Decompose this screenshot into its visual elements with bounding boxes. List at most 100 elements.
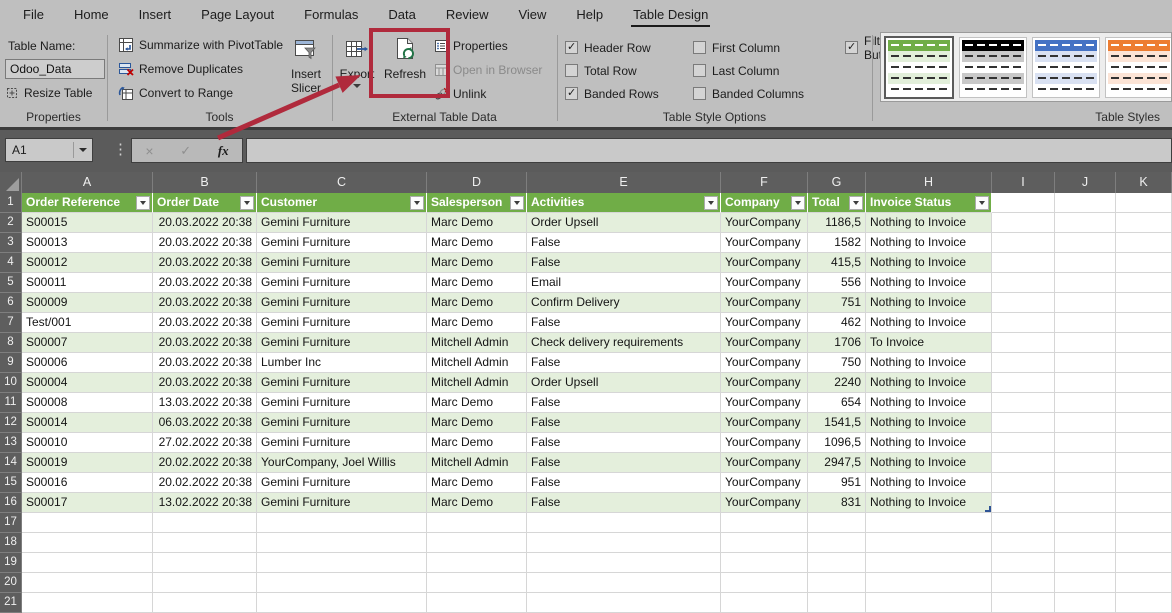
cell-H7[interactable]: Nothing to Invoice <box>866 313 992 333</box>
cell-I17[interactable] <box>992 513 1055 533</box>
cell-B18[interactable] <box>153 533 257 553</box>
ribbon-tab-formulas[interactable]: Formulas <box>289 0 373 30</box>
cell-A18[interactable] <box>22 533 153 553</box>
table-style-swatch-blue[interactable] <box>1032 37 1100 98</box>
cell-B4[interactable]: 20.03.2022 20:38 <box>153 253 257 273</box>
row-header-17[interactable]: 17 <box>0 513 22 533</box>
cell-E18[interactable] <box>527 533 721 553</box>
summarize-pivottable-button[interactable]: Summarize with PivotTable <box>118 37 283 53</box>
cell-I12[interactable] <box>992 413 1055 433</box>
cell-D12[interactable]: Marc Demo <box>427 413 527 433</box>
cell-A4[interactable]: S00012 <box>22 253 153 273</box>
cell-B17[interactable] <box>153 513 257 533</box>
cell-D21[interactable] <box>427 593 527 613</box>
cell-G15[interactable]: 951 <box>808 473 866 493</box>
cell-F6[interactable]: YourCompany <box>721 293 808 313</box>
cell-G20[interactable] <box>808 573 866 593</box>
cell-B12[interactable]: 06.03.2022 20:38 <box>153 413 257 433</box>
cell-A16[interactable]: S00017 <box>22 493 153 513</box>
cell-C20[interactable] <box>257 573 427 593</box>
cell-E3[interactable]: False <box>527 233 721 253</box>
cell-C1[interactable]: Customer <box>257 193 427 213</box>
cell-J7[interactable] <box>1055 313 1116 333</box>
table-style-swatch-green[interactable] <box>884 36 954 99</box>
cell-G13[interactable]: 1096,5 <box>808 433 866 453</box>
cell-A2[interactable]: S00015 <box>22 213 153 233</box>
cell-J10[interactable] <box>1055 373 1116 393</box>
cell-H18[interactable] <box>866 533 992 553</box>
cell-J14[interactable] <box>1055 453 1116 473</box>
cell-B13[interactable]: 27.02.2022 20:38 <box>153 433 257 453</box>
cell-C16[interactable]: Gemini Furniture <box>257 493 427 513</box>
column-header-C[interactable]: C <box>257 172 427 193</box>
cell-A1[interactable]: Order Reference <box>22 193 153 213</box>
cell-I7[interactable] <box>992 313 1055 333</box>
row-header-10[interactable]: 10 <box>0 373 22 393</box>
cell-G12[interactable]: 1541,5 <box>808 413 866 433</box>
cell-G2[interactable]: 1186,5 <box>808 213 866 233</box>
cell-B21[interactable] <box>153 593 257 613</box>
row-header-15[interactable]: 15 <box>0 473 22 493</box>
cell-D5[interactable]: Marc Demo <box>427 273 527 293</box>
cell-K4[interactable] <box>1116 253 1172 273</box>
table-name-input[interactable] <box>5 59 105 79</box>
cell-A9[interactable]: S00006 <box>22 353 153 373</box>
cell-E6[interactable]: Confirm Delivery <box>527 293 721 313</box>
cell-B1[interactable]: Order Date <box>153 193 257 213</box>
cell-H5[interactable]: Nothing to Invoice <box>866 273 992 293</box>
cell-G10[interactable]: 2240 <box>808 373 866 393</box>
table-style-swatch-black[interactable] <box>959 37 1027 98</box>
cell-K16[interactable] <box>1116 493 1172 513</box>
cell-J13[interactable] <box>1055 433 1116 453</box>
export-button[interactable]: Export <box>334 34 380 88</box>
cell-H16[interactable]: Nothing to Invoice <box>866 493 992 513</box>
cell-I15[interactable] <box>992 473 1055 493</box>
cell-J4[interactable] <box>1055 253 1116 273</box>
cell-J20[interactable] <box>1055 573 1116 593</box>
cell-G8[interactable]: 1706 <box>808 333 866 353</box>
row-header-9[interactable]: 9 <box>0 353 22 373</box>
cell-B8[interactable]: 20.03.2022 20:38 <box>153 333 257 353</box>
cell-A5[interactable]: S00011 <box>22 273 153 293</box>
cell-G17[interactable] <box>808 513 866 533</box>
cell-F11[interactable]: YourCompany <box>721 393 808 413</box>
convert-to-range-button[interactable]: Convert to Range <box>118 85 233 101</box>
cell-J1[interactable] <box>1055 193 1116 213</box>
cell-K10[interactable] <box>1116 373 1172 393</box>
cell-J11[interactable] <box>1055 393 1116 413</box>
cell-A17[interactable] <box>22 513 153 533</box>
export-dropdown-chevron[interactable] <box>353 84 361 88</box>
ribbon-tab-table-design[interactable]: Table Design <box>618 0 723 30</box>
cell-G7[interactable]: 462 <box>808 313 866 333</box>
enter-icon[interactable]: ✓ <box>180 143 191 159</box>
cell-B9[interactable]: 20.03.2022 20:38 <box>153 353 257 373</box>
cell-A3[interactable]: S00013 <box>22 233 153 253</box>
cell-B15[interactable]: 20.02.2022 20:38 <box>153 473 257 493</box>
cell-F7[interactable]: YourCompany <box>721 313 808 333</box>
insert-function-icon[interactable]: fx <box>218 143 229 159</box>
checkbox-box-last-column[interactable] <box>693 64 706 77</box>
column-header-J[interactable]: J <box>1055 172 1116 193</box>
column-header-F[interactable]: F <box>721 172 808 193</box>
cell-J8[interactable] <box>1055 333 1116 353</box>
cell-E16[interactable]: False <box>527 493 721 513</box>
filter-button-invoice-status[interactable] <box>975 196 989 210</box>
cell-B11[interactable]: 13.03.2022 20:38 <box>153 393 257 413</box>
cell-E11[interactable]: False <box>527 393 721 413</box>
cell-C3[interactable]: Gemini Furniture <box>257 233 427 253</box>
cell-E10[interactable]: Order Upsell <box>527 373 721 393</box>
checkbox-box-first-column[interactable] <box>693 41 706 54</box>
open-in-browser-button[interactable]: Open in Browser <box>434 63 542 77</box>
cell-I5[interactable] <box>992 273 1055 293</box>
cell-A19[interactable] <box>22 553 153 573</box>
cell-F3[interactable]: YourCompany <box>721 233 808 253</box>
ribbon-tab-home[interactable]: Home <box>59 0 124 30</box>
ribbon-tab-file[interactable]: File <box>8 0 59 30</box>
cell-H21[interactable] <box>866 593 992 613</box>
cell-K11[interactable] <box>1116 393 1172 413</box>
checkbox-box-total-row[interactable] <box>565 64 578 77</box>
cell-J6[interactable] <box>1055 293 1116 313</box>
cell-K3[interactable] <box>1116 233 1172 253</box>
cell-G11[interactable]: 654 <box>808 393 866 413</box>
column-header-H[interactable]: H <box>866 172 992 193</box>
